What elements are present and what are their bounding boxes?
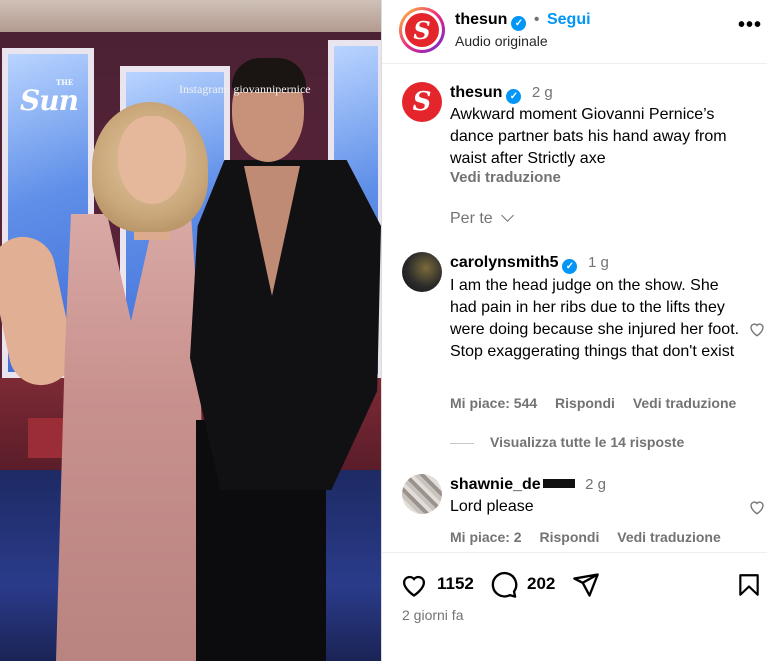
comment-reply-button[interactable]: Rispondi (539, 529, 599, 545)
verified-badge-icon: ✓ (562, 259, 578, 274)
like-count[interactable]: 1152 (437, 574, 474, 594)
caption-translate-link[interactable]: Vedi traduzione (450, 169, 561, 186)
redacted-mark (542, 479, 575, 488)
like-heart-icon[interactable] (400, 571, 428, 599)
post-date[interactable]: 2 giorni fa (402, 607, 463, 623)
comment-sort-dropdown[interactable]: Per te (450, 209, 515, 228)
the-sun-logo: THE Sun (20, 78, 79, 117)
post-actions-bar: 1152 202 2 giorni fa (382, 552, 767, 661)
comment-text: I am the head judge on the show. She had… (450, 277, 740, 360)
comment-username[interactable]: shawnie_de (450, 476, 541, 493)
post-media[interactable]: THE Sun Instagram: giovannipernice (0, 0, 381, 661)
follow-button[interactable]: Segui (547, 11, 591, 28)
audio-link[interactable]: Audio originale (455, 33, 548, 49)
comment-reply-button[interactable]: Rispondi (555, 395, 615, 411)
studio-ceiling (0, 0, 381, 32)
author-avatar[interactable]: S (399, 7, 445, 53)
comment-bubble-icon[interactable] (490, 571, 518, 599)
commenter-avatar[interactable] (402, 474, 442, 514)
view-replies-label: Visualizza tutte le 14 risposte (490, 434, 685, 450)
comment-like-heart-icon[interactable] (748, 320, 766, 338)
comment-translate-link[interactable]: Vedi traduzione (633, 395, 736, 411)
separator-dot: • (533, 11, 540, 28)
comment-time[interactable]: 1 g (588, 254, 609, 271)
comment-username[interactable]: carolynsmith5 (450, 254, 558, 271)
comment-time[interactable]: 2 g (585, 476, 606, 493)
author-username[interactable]: thesun (455, 11, 507, 28)
sun-s-icon: S (405, 13, 439, 47)
sort-label: Per te (450, 210, 493, 227)
bookmark-save-icon[interactable] (736, 571, 762, 599)
caption-avatar[interactable]: S (402, 82, 442, 122)
comment-like-count[interactable]: Mi piace: 544 (450, 395, 537, 411)
caption-username[interactable]: thesun (450, 84, 502, 101)
comment-like-heart-icon[interactable] (748, 498, 766, 516)
replies-divider (450, 442, 474, 444)
caption-text: Awkward moment Giovanni Pernice’s dance … (450, 106, 727, 167)
comment-count[interactable]: 202 (527, 574, 555, 594)
verified-badge-icon: ✓ (506, 89, 522, 104)
more-options-icon[interactable]: ••• (738, 14, 762, 37)
commenter-avatar[interactable] (402, 252, 442, 292)
source-watermark: Instagram: giovannipernice (179, 82, 311, 96)
caption-time[interactable]: 2 g (532, 84, 553, 101)
view-replies-button[interactable]: Visualizza tutte le 14 risposte (450, 434, 684, 450)
chevron-down-icon (501, 209, 515, 222)
comment-like-count[interactable]: Mi piace: 2 (450, 529, 522, 545)
comment-translate-link[interactable]: Vedi traduzione (617, 529, 720, 545)
comment-text: Lord please (450, 498, 534, 515)
share-send-icon[interactable] (572, 571, 600, 599)
verified-badge-icon: ✓ (511, 16, 527, 31)
woman-face (118, 116, 186, 204)
post-sidebar: S thesun ✓ • Segui Audio originale ••• S … (381, 0, 767, 661)
post-header: S thesun ✓ • Segui Audio originale ••• (382, 0, 767, 64)
